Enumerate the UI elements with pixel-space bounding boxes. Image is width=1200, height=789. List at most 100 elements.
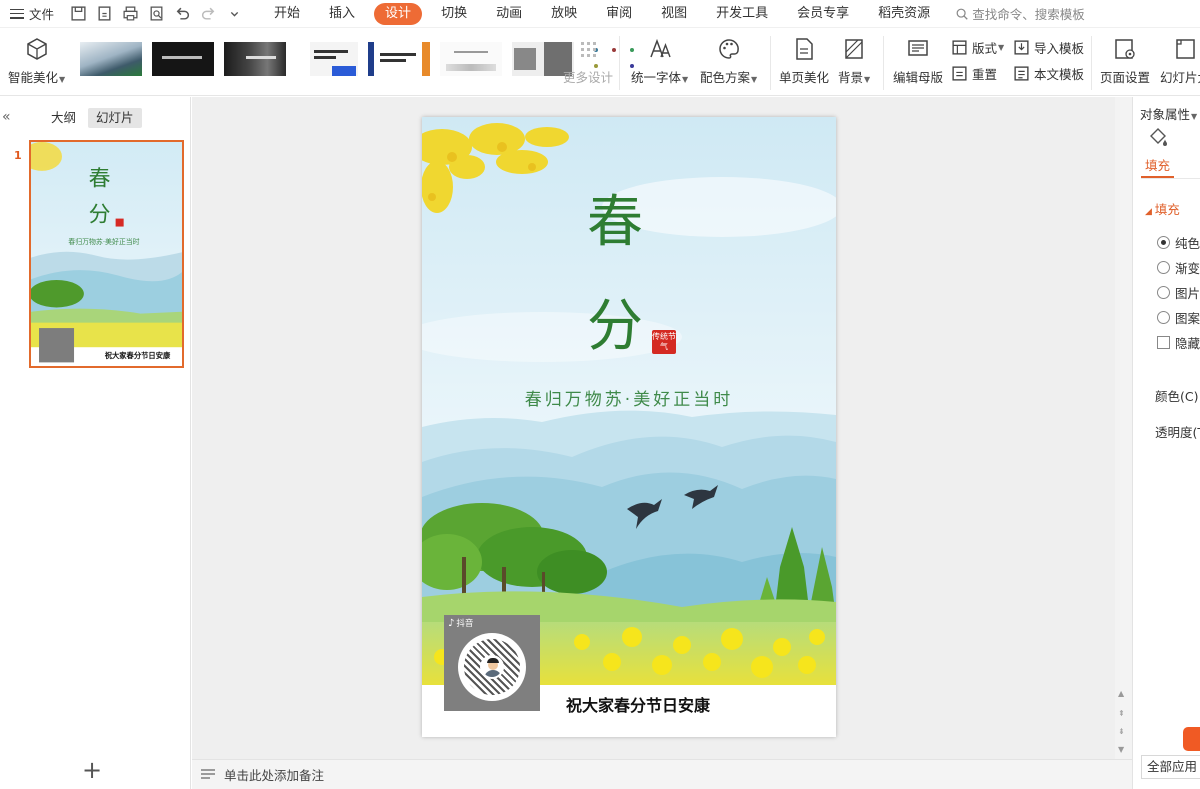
redo-icon[interactable] bbox=[198, 4, 218, 24]
hide-background-option[interactable]: 隐藏背景图形 bbox=[1157, 333, 1200, 352]
template-thumb-1[interactable] bbox=[80, 42, 142, 76]
tab-5[interactable]: 放映 bbox=[541, 3, 587, 25]
radio-picture-fill[interactable] bbox=[1157, 286, 1170, 299]
slide-footer-text[interactable]: 祝大家春分节日安康 bbox=[566, 692, 710, 716]
text-template-button[interactable]: 本文模板 bbox=[1013, 64, 1084, 83]
fill-section-label: 填充 bbox=[1154, 202, 1180, 217]
qr-app-label: 抖音 bbox=[456, 619, 474, 629]
tab-7[interactable]: 视图 bbox=[651, 3, 697, 25]
qr-code-block[interactable]: ♪ 抖音 bbox=[444, 615, 540, 711]
separator bbox=[1091, 36, 1092, 90]
thumb-footer: 祝大家春分节日安康 bbox=[105, 351, 171, 360]
background-icon bbox=[841, 36, 867, 62]
layout-label: 版式 bbox=[972, 41, 998, 56]
tab-8[interactable]: 开发工具 bbox=[706, 3, 778, 25]
tab-outline[interactable]: 大纲 bbox=[43, 108, 84, 128]
qr-code bbox=[458, 633, 526, 701]
option-gradient-fill[interactable]: 渐变填充 bbox=[1157, 258, 1200, 277]
single-page-beautify-button[interactable]: 单页美化 bbox=[779, 36, 829, 86]
slide-thumbnail-art: 春 分 春归万物苏·美好正当时 祝大家春分节日安康 bbox=[31, 142, 182, 366]
command-search[interactable]: 查找命令、搜索模板 bbox=[955, 4, 1085, 23]
apply-all-button[interactable]: 全部应用 bbox=[1141, 755, 1200, 779]
add-slide-button[interactable]: + bbox=[82, 758, 102, 782]
caret-icon: ▼ bbox=[682, 75, 689, 84]
prev-slide-icon[interactable]: ⇞ bbox=[1118, 709, 1125, 718]
tab-9[interactable]: 会员专享 bbox=[787, 3, 859, 25]
file-menu-label: 文件 bbox=[29, 7, 55, 22]
tab-1[interactable]: 插入 bbox=[319, 3, 365, 25]
undo-icon[interactable] bbox=[172, 4, 192, 24]
hamburger-icon bbox=[10, 8, 24, 19]
reset-button[interactable]: 重置 bbox=[951, 64, 997, 83]
slide-subtitle[interactable]: 春归万物苏·美好正当时 bbox=[422, 385, 836, 410]
save-icon[interactable] bbox=[68, 4, 88, 24]
layout-button[interactable]: 版式 ▼ bbox=[951, 38, 1004, 57]
object-properties-title[interactable]: 对象属性▼ bbox=[1140, 104, 1197, 123]
slide-thumbnail[interactable]: 春 分 春归万物苏·美好正当时 祝大家春分节日安康 bbox=[29, 140, 184, 368]
more-design-button[interactable]: 更多设计 bbox=[563, 36, 613, 86]
thumb-title-1: 春 bbox=[89, 166, 111, 191]
tab-10[interactable]: 稻壳资源 bbox=[868, 3, 940, 25]
file-menu[interactable]: 文件 bbox=[0, 0, 62, 28]
option-solid-fill[interactable]: 纯色填充 bbox=[1157, 233, 1200, 252]
menu-bar: 文件 开始 插入 设计 切换 动画 放映 审阅 视图 开发工具 会员专享 稻壳资源 查找命令、搜索模… bbox=[0, 0, 1200, 28]
current-slide[interactable]: 春 分 传统节气 春归万物苏·美好正当时 ♪ 抖音 祝大家春分节日安康 bbox=[422, 117, 836, 737]
music-note-icon: ♪ bbox=[448, 617, 455, 629]
fill-bucket-icon[interactable] bbox=[1147, 127, 1169, 149]
page-setup-button[interactable]: 页面设置 bbox=[1100, 36, 1150, 86]
background-label: 背景 bbox=[838, 70, 864, 85]
notes-bar[interactable]: 单击此处添加备注 bbox=[192, 759, 1132, 789]
grid-dots-icon bbox=[575, 36, 601, 62]
print-icon[interactable] bbox=[120, 4, 140, 24]
import-icon bbox=[1014, 40, 1029, 55]
vertical-scrollbar[interactable]: ▲ ⇞ ⇟ ▼ bbox=[1115, 97, 1132, 759]
hide-background-checkbox[interactable] bbox=[1157, 336, 1170, 349]
more-design-label: 更多设计 bbox=[563, 70, 614, 85]
slide-size-button[interactable]: 幻灯片大 bbox=[1160, 36, 1200, 86]
fill-section-header[interactable]: ◢ 填充 bbox=[1145, 199, 1180, 218]
tab-slides[interactable]: 幻灯片 bbox=[88, 108, 142, 128]
slide-title-char-2[interactable]: 分 bbox=[587, 281, 643, 362]
separator bbox=[770, 36, 771, 90]
scroll-down-icon[interactable]: ▼ bbox=[1118, 745, 1124, 754]
collapse-panel-icon[interactable]: « bbox=[2, 109, 11, 125]
tab-0[interactable]: 开始 bbox=[264, 3, 310, 25]
chevron-down-icon[interactable] bbox=[224, 4, 244, 24]
print-preview-icon[interactable] bbox=[146, 4, 166, 24]
radio-solid-fill[interactable] bbox=[1157, 236, 1170, 249]
edit-master-label: 编辑母版 bbox=[893, 70, 944, 85]
smart-beautify-button[interactable]: 智能美化▼ bbox=[8, 36, 65, 86]
tab-4[interactable]: 动画 bbox=[486, 3, 532, 25]
option-picture-fill[interactable]: 图片或纹理填充 bbox=[1157, 283, 1200, 302]
design-ribbon: 智能美化▼ 更多设计 统一字体▼ 配色方案▼ 单页美化 背景▼ 编辑母版 版式 … bbox=[0, 28, 1200, 96]
unify-font-button[interactable]: 统一字体▼ bbox=[631, 36, 688, 86]
layout-icon bbox=[952, 40, 967, 55]
page-setup-icon bbox=[1112, 36, 1138, 62]
tab-6[interactable]: 审阅 bbox=[596, 3, 642, 25]
radio-gradient-fill[interactable] bbox=[1157, 261, 1170, 274]
caret-icon: ▼ bbox=[751, 75, 758, 84]
slide-title-char-1[interactable]: 春 bbox=[587, 177, 643, 258]
color-scheme-button[interactable]: 配色方案▼ bbox=[700, 36, 757, 86]
notes-icon bbox=[201, 768, 215, 779]
tab-3[interactable]: 切换 bbox=[431, 3, 477, 25]
template-thumb-6[interactable] bbox=[440, 42, 502, 76]
radio-pattern-fill[interactable] bbox=[1157, 311, 1170, 324]
tab-fill[interactable]: 填充 bbox=[1145, 155, 1170, 174]
import-template-button[interactable]: 导入模板 bbox=[1013, 38, 1084, 57]
background-button[interactable]: 背景▼ bbox=[838, 36, 870, 86]
scroll-up-icon[interactable]: ▲ bbox=[1118, 689, 1124, 698]
template-thumb-5[interactable] bbox=[368, 42, 430, 76]
edit-master-button[interactable]: 编辑母版 bbox=[893, 36, 943, 86]
slide-canvas: 春 分 传统节气 春归万物苏·美好正当时 ♪ 抖音 祝大家春分节日安康 bbox=[192, 97, 1115, 759]
tab-2[interactable]: 设计 bbox=[374, 2, 423, 25]
template-thumb-2[interactable] bbox=[152, 42, 214, 76]
color-scheme-label: 配色方案 bbox=[700, 70, 751, 85]
next-slide-icon[interactable]: ⇟ bbox=[1118, 727, 1125, 736]
reset-icon bbox=[952, 66, 967, 81]
template-thumb-3[interactable] bbox=[224, 42, 286, 76]
hide-background-label: 隐藏背景图形 bbox=[1175, 336, 1200, 351]
option-pattern-fill[interactable]: 图案填充 bbox=[1157, 308, 1200, 327]
export-pdf-icon[interactable] bbox=[94, 4, 114, 24]
template-thumb-4[interactable] bbox=[296, 42, 358, 76]
